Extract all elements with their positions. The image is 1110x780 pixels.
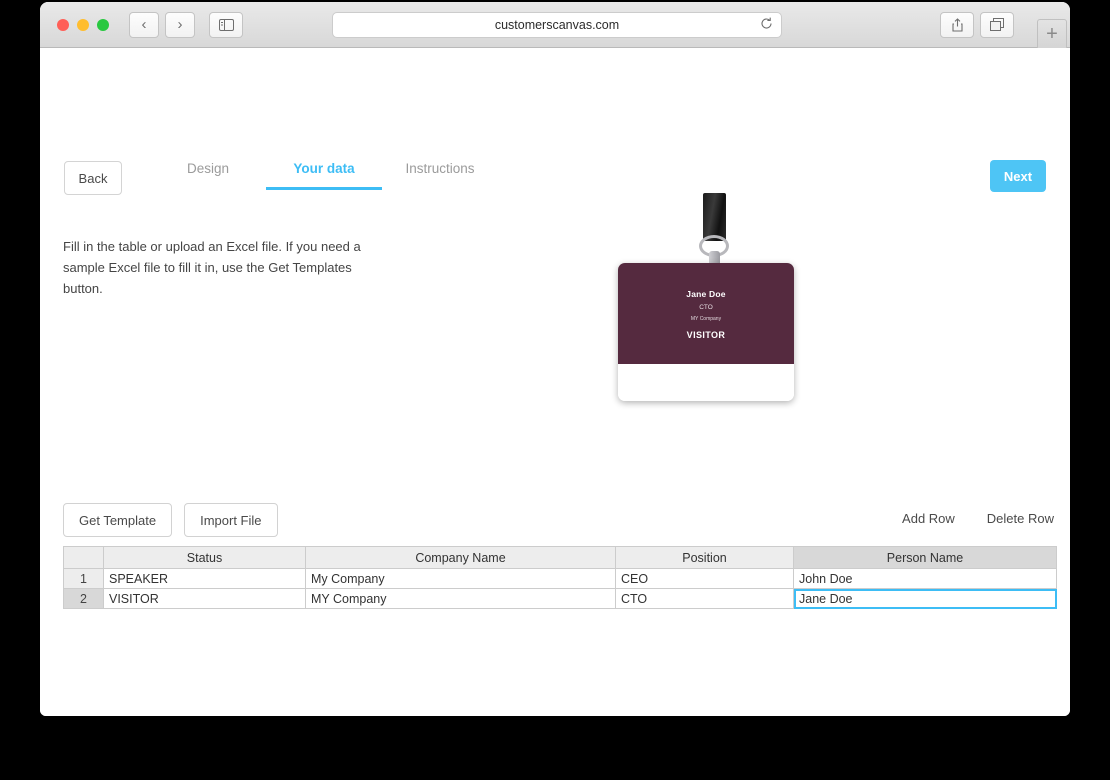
cell-status[interactable]: SPEAKER bbox=[103, 568, 306, 589]
new-tab-button[interactable]: + bbox=[1037, 19, 1067, 49]
cell-company[interactable]: MY Company bbox=[305, 588, 616, 609]
row-number[interactable]: 2 bbox=[63, 588, 104, 609]
badge-card-background bbox=[618, 263, 794, 364]
skyline-icon bbox=[618, 366, 794, 401]
column-header-position[interactable]: Position bbox=[615, 546, 794, 569]
next-button[interactable]: Next bbox=[990, 160, 1046, 192]
table-toolbar: Get Template Import File bbox=[63, 503, 278, 537]
intro-text: Fill in the table or upload an Excel fil… bbox=[63, 239, 361, 296]
close-window-button[interactable] bbox=[57, 18, 69, 31]
tabs-glyph bbox=[990, 18, 1004, 31]
share-glyph bbox=[951, 17, 963, 32]
address-bar[interactable]: customerscanvas.com bbox=[332, 11, 782, 38]
sidebar-icon[interactable] bbox=[209, 11, 243, 38]
browser-window: ‹ › customerscanvas.com + Back Design Yo… bbox=[40, 2, 1070, 716]
row-number[interactable]: 1 bbox=[63, 568, 104, 589]
reload-icon[interactable] bbox=[760, 17, 773, 33]
data-table[interactable]: Status Company Name Position Person Name… bbox=[63, 546, 1057, 609]
cell-position[interactable]: CEO bbox=[615, 568, 794, 589]
table-header: Status Company Name Position Person Name bbox=[63, 546, 1057, 569]
table-body: 1 SPEAKER My Company CEO John Doe 2 VISI… bbox=[63, 568, 1057, 609]
cell-company[interactable]: My Company bbox=[305, 568, 616, 589]
row-operations: Add Row Delete Row bbox=[902, 511, 1054, 526]
badge-card: Jane Doe CTO MY Company VISITOR bbox=[618, 263, 794, 401]
table-row[interactable]: 2 VISITOR MY Company CTO Jane Doe bbox=[63, 588, 1057, 609]
badge-position: CTO bbox=[699, 304, 713, 311]
reload-glyph bbox=[761, 17, 772, 29]
cell-person[interactable]: John Doe bbox=[793, 568, 1057, 589]
tab-your-data[interactable]: Your data bbox=[266, 161, 382, 190]
tab-design[interactable]: Design bbox=[150, 161, 266, 190]
sidebar-glyph bbox=[218, 18, 234, 31]
badge-status: VISITOR bbox=[686, 330, 726, 340]
browser-right-buttons bbox=[940, 11, 1014, 38]
wizard-tabs: Design Your data Instructions bbox=[150, 161, 498, 190]
window-traffic-lights bbox=[57, 18, 109, 31]
delete-row-button[interactable]: Delete Row bbox=[987, 511, 1054, 526]
column-header-status[interactable]: Status bbox=[103, 546, 306, 569]
badge-name: Jane Doe bbox=[686, 289, 726, 299]
get-template-button[interactable]: Get Template bbox=[63, 503, 173, 537]
forward-icon[interactable]: › bbox=[165, 11, 195, 38]
table-row[interactable]: 1 SPEAKER My Company CEO John Doe bbox=[63, 568, 1057, 589]
back-icon[interactable]: ‹ bbox=[129, 11, 159, 38]
maximize-window-button[interactable] bbox=[97, 18, 109, 31]
badge-preview: Jane Doe CTO MY Company VISITOR bbox=[595, 193, 815, 408]
tab-instructions[interactable]: Instructions bbox=[382, 161, 498, 190]
cell-person-selected[interactable]: Jane Doe bbox=[793, 588, 1057, 609]
column-header-company-name[interactable]: Company Name bbox=[305, 546, 616, 569]
browser-titlebar: ‹ › customerscanvas.com + bbox=[40, 2, 1070, 49]
tabs-icon[interactable] bbox=[980, 11, 1014, 38]
page-content: Back Design Your data Instructions Next … bbox=[40, 48, 1070, 716]
add-row-button[interactable]: Add Row bbox=[902, 511, 955, 526]
share-icon[interactable] bbox=[940, 11, 974, 38]
back-button[interactable]: Back bbox=[64, 161, 122, 195]
badge-company: MY Company bbox=[690, 316, 722, 322]
cell-position[interactable]: CTO bbox=[615, 588, 794, 609]
lanyard-strap bbox=[703, 193, 726, 241]
browser-nav-buttons: ‹ › bbox=[129, 11, 195, 38]
table-header-row: Status Company Name Position Person Name bbox=[63, 546, 1057, 569]
url-text: customerscanvas.com bbox=[494, 17, 620, 32]
column-header-person-name[interactable]: Person Name bbox=[793, 546, 1057, 569]
import-file-button[interactable]: Import File bbox=[184, 503, 278, 537]
cell-status[interactable]: VISITOR bbox=[103, 588, 306, 609]
minimize-window-button[interactable] bbox=[77, 18, 89, 31]
corner-header[interactable] bbox=[63, 546, 104, 569]
